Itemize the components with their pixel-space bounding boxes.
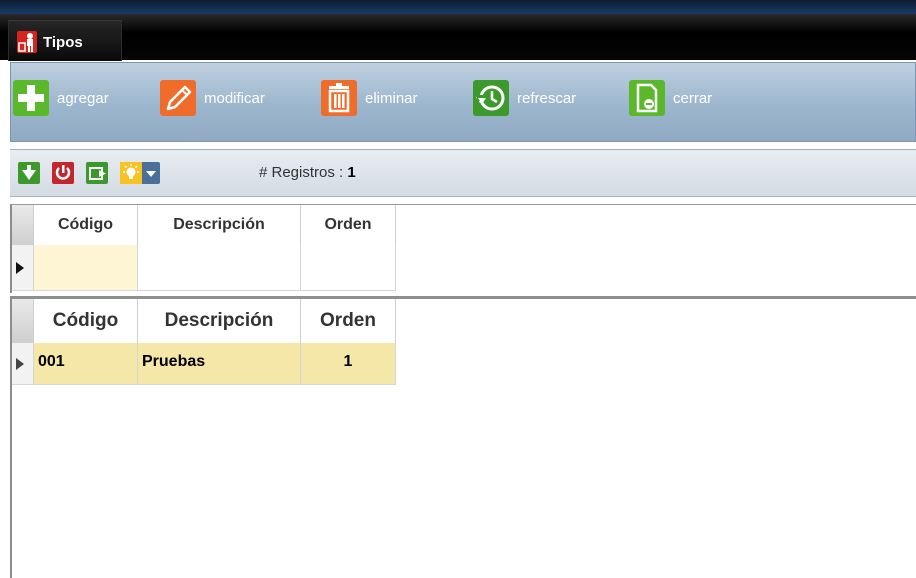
edit-button[interactable]: modificar [160, 75, 265, 121]
header-codigo[interactable]: Código [34, 299, 138, 343]
title-bar [0, 14, 916, 60]
add-button[interactable]: agregar [13, 75, 109, 121]
header-descripcion[interactable]: Descripción [138, 299, 301, 343]
tab-tipos[interactable]: Tipos [8, 20, 122, 61]
filter-header-orden[interactable]: Orden [301, 205, 396, 245]
edit-label: modificar [204, 89, 265, 107]
close-label: cerrar [673, 89, 713, 107]
tab-title: Tipos [43, 34, 83, 51]
cell-codigo-value: 001 [38, 353, 65, 370]
grid-corner [12, 205, 34, 245]
filter-header-descripcion[interactable]: Descripción [138, 205, 301, 245]
current-row-indicator-icon [16, 262, 24, 274]
cell-descripcion-value: Pruebas [142, 353, 206, 370]
filter-cell-descripcion[interactable] [138, 245, 301, 291]
records-count: 1 [347, 164, 356, 181]
table-cell-codigo[interactable]: 001 [34, 343, 138, 385]
filter-icon[interactable] [18, 162, 40, 184]
refresh-label: refrescar [517, 89, 577, 107]
row-selector[interactable] [12, 343, 34, 385]
filter-grid: Código Descripción Orden [10, 204, 916, 293]
current-row-indicator-icon [16, 358, 24, 370]
cell-orden-value: 1 [343, 353, 353, 370]
bulb-dropdown-icon[interactable] [120, 162, 160, 184]
close-button[interactable]: cerrar [629, 75, 712, 121]
refresh-icon [473, 80, 509, 116]
records-counter: # Registros : 1 [259, 164, 356, 181]
filter-cell-codigo[interactable] [34, 245, 138, 291]
person-trash-icon [17, 31, 37, 53]
row-selector[interactable] [12, 245, 34, 291]
pencil-icon [160, 80, 196, 116]
refresh-button[interactable]: refrescar [473, 75, 576, 121]
add-label: agregar [57, 89, 109, 107]
plus-icon [13, 80, 49, 116]
secondary-toolbar: # Registros : 1 [10, 149, 916, 197]
main-toolbar: agregar modificar eliminar refrescar cer… [10, 62, 916, 142]
delete-label: eliminar [365, 89, 418, 107]
grid-corner [12, 299, 34, 343]
delete-button[interactable]: eliminar [321, 75, 418, 121]
export-icon[interactable] [86, 162, 108, 184]
filter-cell-orden[interactable] [301, 245, 396, 291]
document-close-icon [629, 80, 665, 116]
table-cell-orden[interactable]: 1 [301, 343, 396, 385]
power-icon[interactable] [52, 162, 74, 184]
header-orden[interactable]: Orden [301, 299, 396, 343]
filter-header-codigo[interactable]: Código [34, 205, 138, 245]
data-grid: Código Descripción Orden 001 Pruebas 1 [10, 296, 916, 578]
trash-icon [321, 80, 357, 116]
records-label: # Registros : [259, 164, 344, 181]
window-top-strip [0, 0, 916, 14]
table-cell-descripcion[interactable]: Pruebas [138, 343, 301, 385]
